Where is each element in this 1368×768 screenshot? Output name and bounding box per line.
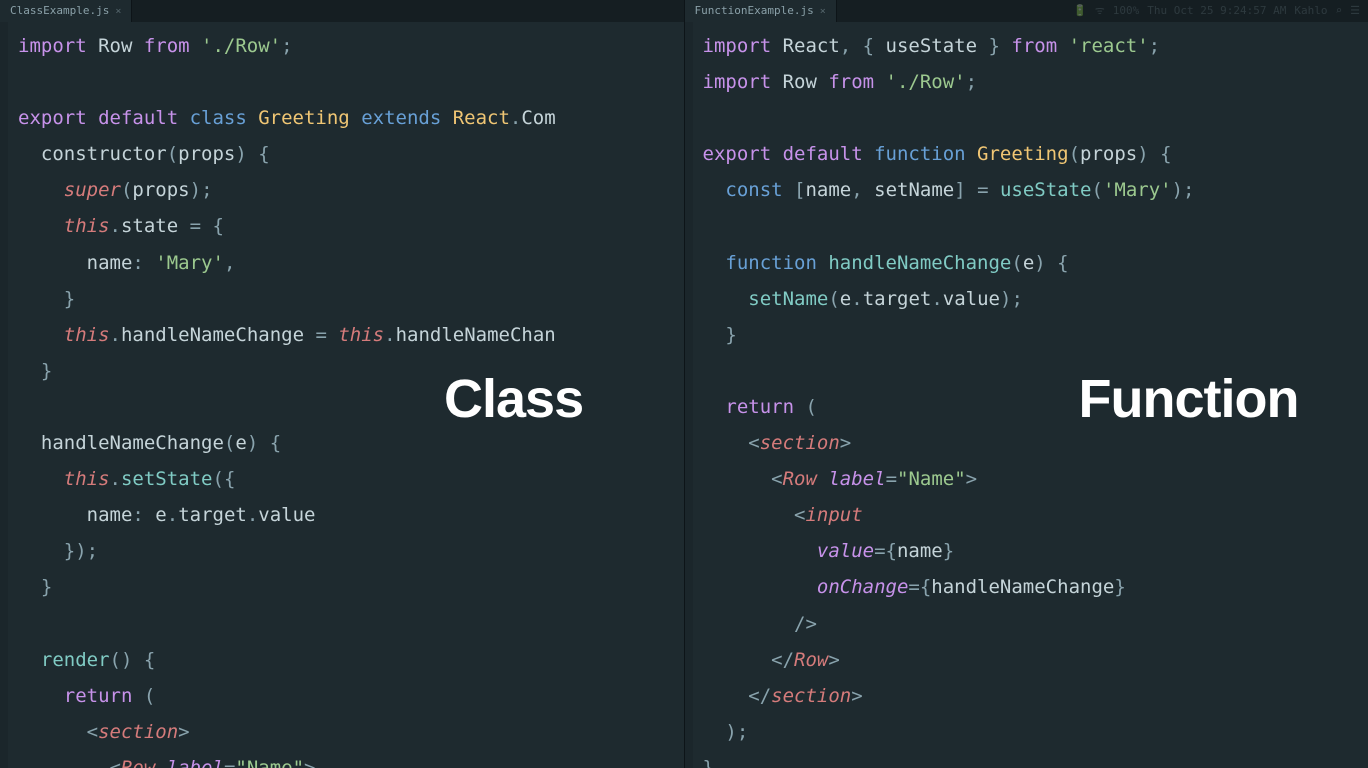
code-line[interactable]: </Row> [703, 642, 1368, 678]
code-line[interactable]: } [18, 353, 684, 389]
code-line[interactable]: </section> [703, 678, 1368, 714]
code-line[interactable] [18, 64, 684, 100]
code-line[interactable]: ); [703, 714, 1368, 750]
tab-label: FunctionExample.js [695, 1, 814, 22]
code-line[interactable]: const [name, setName] = useState('Mary')… [703, 172, 1368, 208]
code-line[interactable]: } [18, 569, 684, 605]
user-name: Kahlo [1294, 1, 1327, 22]
code-line[interactable]: super(props); [18, 172, 684, 208]
tab-bar-left: ClassExample.js × [0, 0, 684, 22]
code-line[interactable]: this.handleNameChange = this.handleNameC… [18, 317, 684, 353]
code-line[interactable]: name: 'Mary', [18, 245, 684, 281]
code-line[interactable]: import React, { useState } from 'react'; [703, 28, 1368, 64]
code-line[interactable]: return ( [703, 389, 1368, 425]
tab-bar-right: FunctionExample.js × 🔋 ᯤ 100% Thu Oct 25… [685, 0, 1368, 22]
code-line[interactable]: name: e.target.value [18, 497, 684, 533]
code-line[interactable]: this.state = { [18, 208, 684, 244]
code-line[interactable] [18, 606, 684, 642]
code-line[interactable]: <section> [703, 425, 1368, 461]
macos-menubar: 🔋 ᯤ 100% Thu Oct 25 9:24:57 AM Kahlo ⌕ ☰ [1065, 0, 1368, 22]
menu-icon[interactable]: ☰ [1350, 1, 1360, 22]
code-line[interactable]: } [703, 317, 1368, 353]
code-line[interactable]: <input [703, 497, 1368, 533]
close-icon[interactable]: × [820, 2, 826, 21]
code-line[interactable]: <section> [18, 714, 684, 750]
code-line[interactable] [18, 389, 684, 425]
code-line[interactable]: value={name} [703, 533, 1368, 569]
tab-class-example[interactable]: ClassExample.js × [0, 0, 132, 22]
battery-icon: 🔋 [1073, 1, 1087, 22]
code-line[interactable] [703, 100, 1368, 136]
editor-pane-right: FunctionExample.js × 🔋 ᯤ 100% Thu Oct 25… [685, 0, 1368, 768]
code-line[interactable]: }); [18, 533, 684, 569]
code-line[interactable]: function handleNameChange(e) { [703, 245, 1368, 281]
code-line[interactable]: export default function Greeting(props) … [703, 136, 1368, 172]
code-line[interactable]: onChange={handleNameChange} [703, 569, 1368, 605]
code-line[interactable]: constructor(props) { [18, 136, 684, 172]
gutter [0, 22, 8, 768]
code-line[interactable]: <Row label="Name"> [703, 461, 1368, 497]
code-line[interactable]: handleNameChange(e) { [18, 425, 684, 461]
code-line[interactable]: /> [703, 606, 1368, 642]
split-editor: ClassExample.js × import Row from './Row… [0, 0, 1368, 768]
code-line[interactable]: } [18, 281, 684, 317]
code-area-left[interactable]: import Row from './Row'; export default … [0, 22, 684, 768]
code-line[interactable]: setName(e.target.value); [703, 281, 1368, 317]
close-icon[interactable]: × [115, 2, 121, 21]
code-line[interactable]: this.setState({ [18, 461, 684, 497]
code-line[interactable]: import Row from './Row'; [18, 28, 684, 64]
code-area-right[interactable]: import React, { useState } from 'react';… [685, 22, 1368, 768]
code-line[interactable] [703, 208, 1368, 244]
tab-function-example[interactable]: FunctionExample.js × [685, 0, 837, 22]
wifi-icon: ᯤ [1095, 1, 1105, 22]
editor-pane-left: ClassExample.js × import Row from './Row… [0, 0, 685, 768]
gutter [685, 22, 693, 768]
code-line[interactable]: return ( [18, 678, 684, 714]
search-icon[interactable]: ⌕ [1336, 1, 1343, 22]
tab-label: ClassExample.js [10, 1, 109, 22]
clock: Thu Oct 25 9:24:57 AM [1147, 1, 1286, 22]
code-line[interactable]: <Row label="Name"> [18, 750, 684, 768]
code-line[interactable]: } [703, 750, 1368, 768]
code-line[interactable] [703, 353, 1368, 389]
battery-percent: 100% [1113, 1, 1140, 22]
code-line[interactable]: render() { [18, 642, 684, 678]
code-line[interactable]: import Row from './Row'; [703, 64, 1368, 100]
code-line[interactable]: export default class Greeting extends Re… [18, 100, 684, 136]
